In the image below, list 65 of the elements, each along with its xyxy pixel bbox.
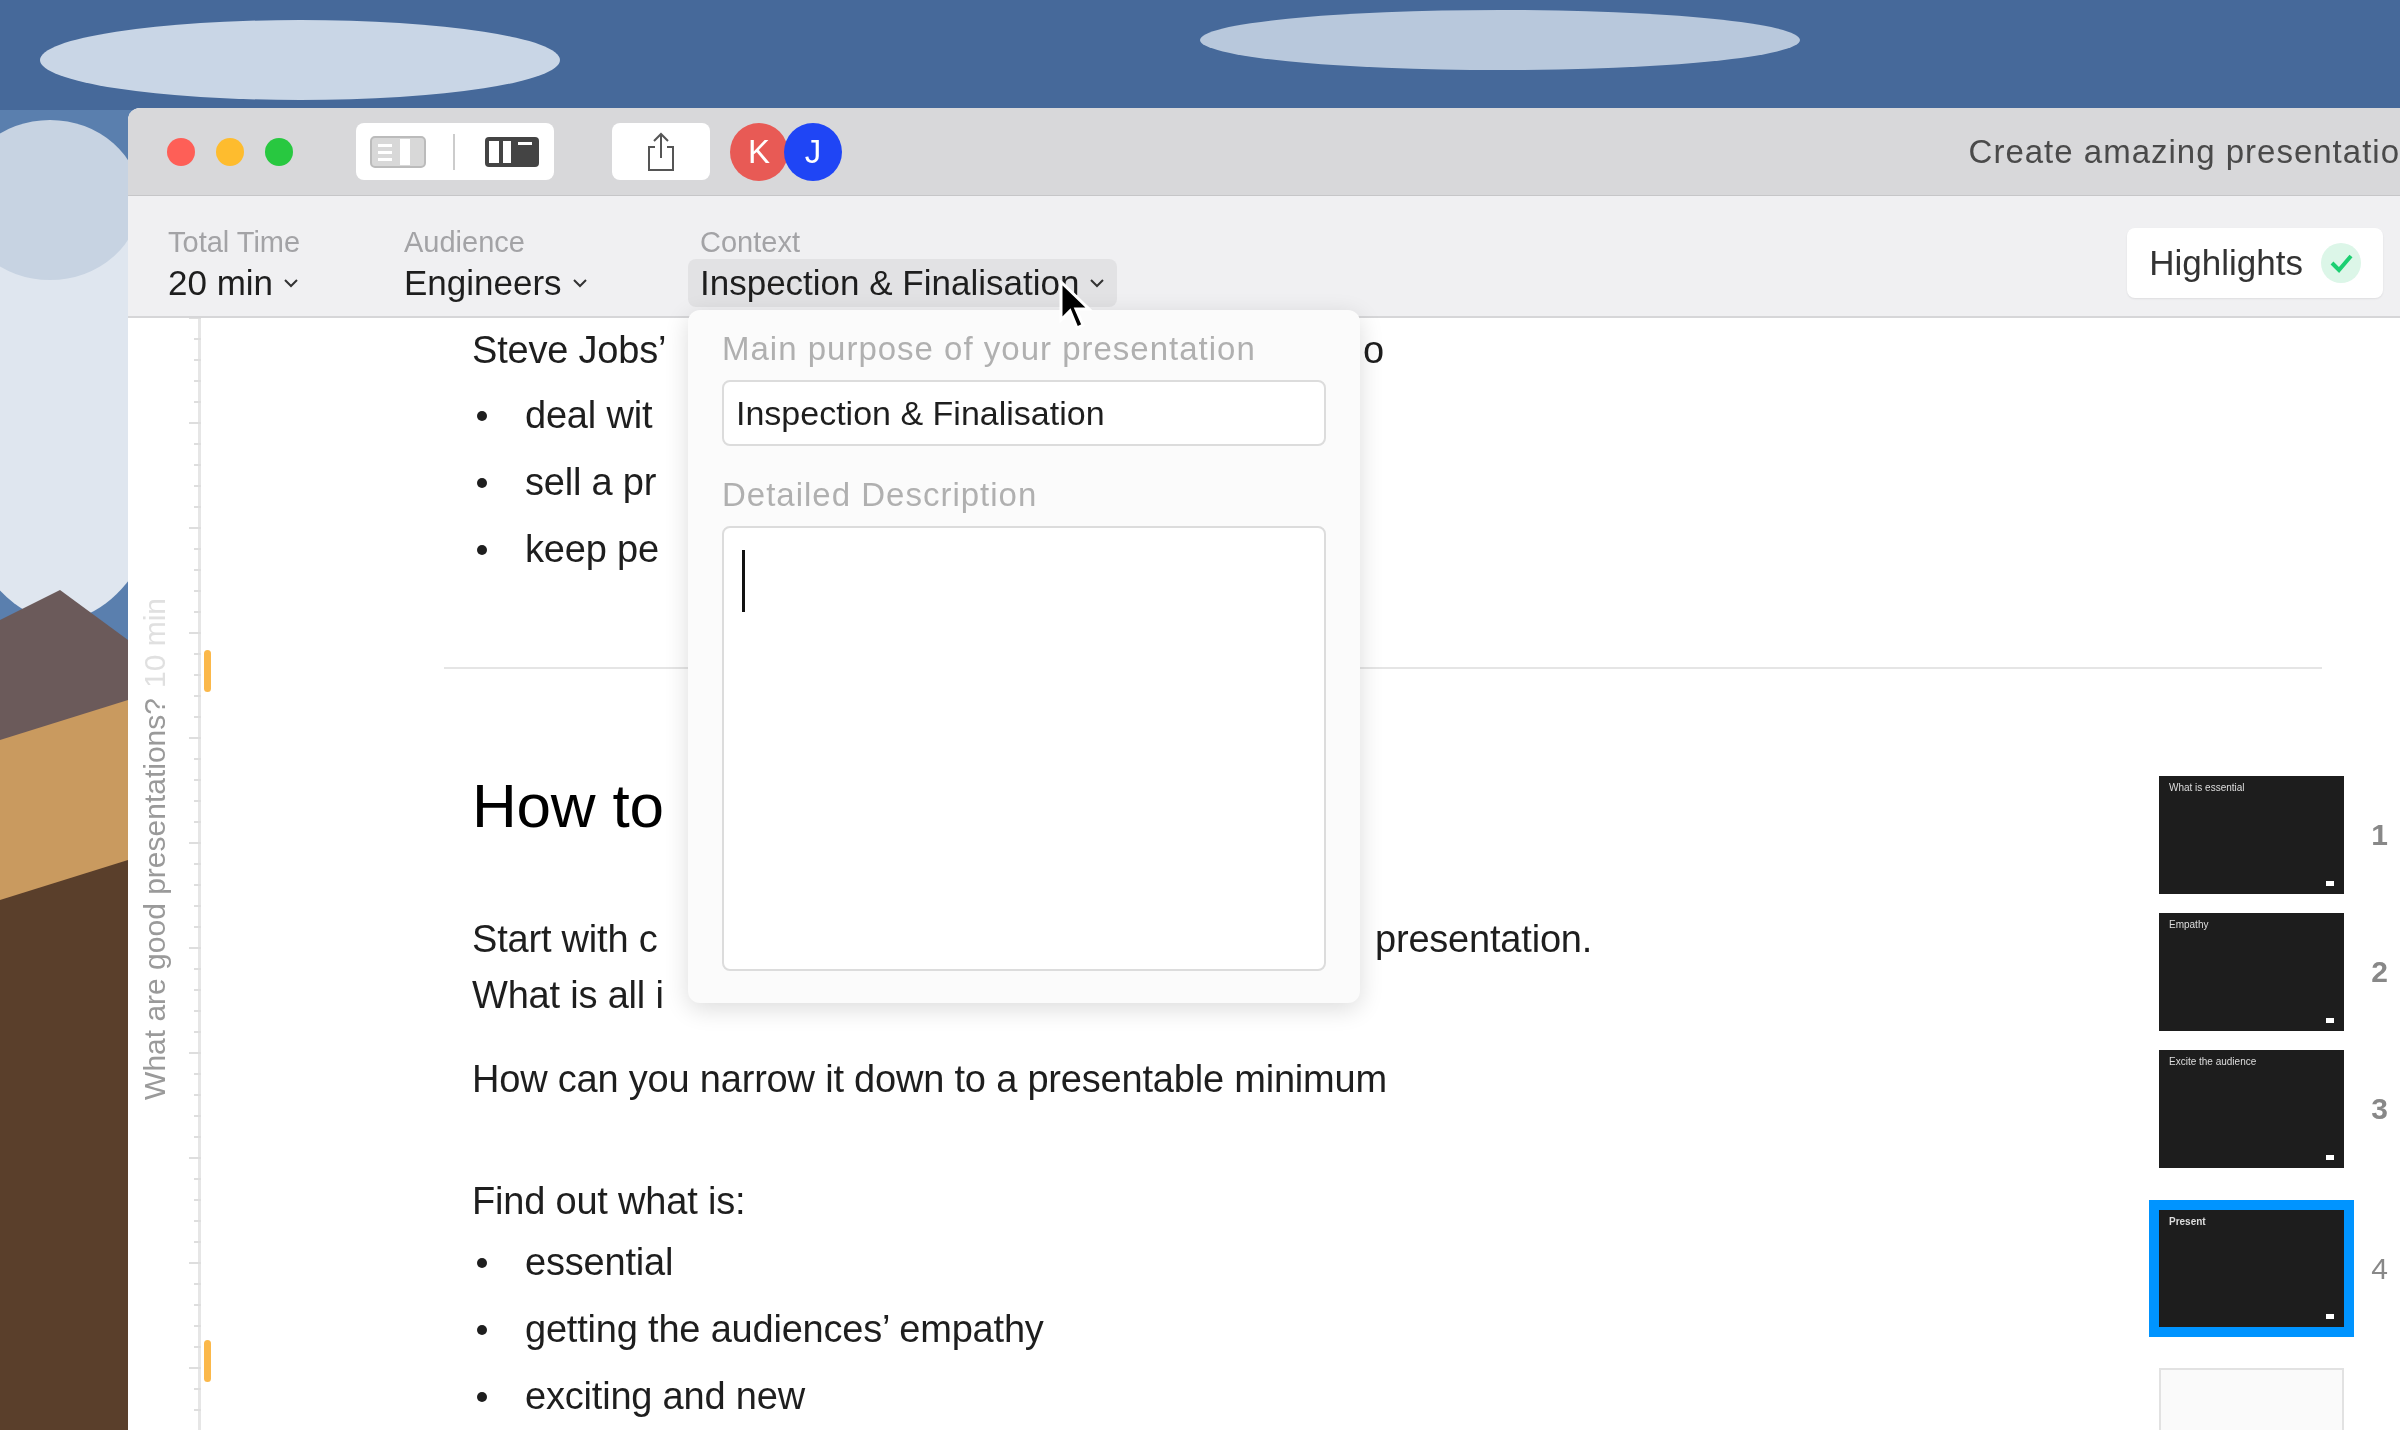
- description-field[interactable]: [722, 526, 1326, 971]
- field-label: Total Time: [168, 226, 302, 260]
- dropdown[interactable]: 20 min: [168, 259, 352, 308]
- bullet-icon: [477, 544, 487, 555]
- time-marker: [204, 650, 211, 692]
- paragraph-text: o: [1363, 328, 1384, 372]
- list-item-text: deal wit: [525, 394, 653, 437]
- field-label: Context: [700, 226, 801, 260]
- slide-number: 2: [2371, 955, 2388, 989]
- slide-number: 1: [2371, 818, 2388, 852]
- slide-number: 3: [2371, 1092, 2388, 1126]
- field-label: Main purpose of your presentation: [722, 330, 1257, 368]
- paragraph-text: presentation.: [1375, 917, 1593, 961]
- bullet-icon: [477, 1324, 487, 1335]
- chevron-down-icon: [571, 278, 588, 289]
- user-avatar[interactable]: J: [784, 122, 842, 181]
- list-item-text: keep pe: [525, 528, 659, 571]
- slide-icon: [2326, 1155, 2334, 1160]
- divider: [453, 133, 457, 170]
- window-title: Create amazing presentatio: [1968, 132, 2400, 171]
- slide-icon: [2326, 1018, 2334, 1023]
- minimize-button[interactable]: [216, 137, 244, 166]
- paragraph-text: How can you narrow it down to a presentable minimum: [472, 1057, 1387, 1101]
- bullet-icon: [477, 477, 487, 488]
- dropdown[interactable]: Engineers: [404, 259, 648, 308]
- zoom-button[interactable]: [265, 137, 293, 166]
- list-item-text: getting the audiences’ empathy: [525, 1308, 1044, 1351]
- slide-number: 4: [2371, 1251, 2388, 1286]
- bullet-icon: [477, 1257, 487, 1268]
- paragraph-text: Start with c: [472, 917, 658, 961]
- chevron-down-icon: [1089, 278, 1106, 289]
- slide-thumbnail[interactable]: Excite the audience: [2159, 1050, 2344, 1168]
- sidebar-layout-icon: [369, 135, 426, 168]
- paragraph-text: Steve Jobs’: [472, 328, 667, 372]
- slide-thumbnail[interactable]: Present: [2149, 1200, 2354, 1337]
- section-heading: How to: [472, 769, 664, 841]
- purpose-field[interactable]: Inspection & Finalisation: [722, 380, 1326, 446]
- share-icon: [646, 131, 676, 172]
- slide-icon: [2326, 881, 2334, 886]
- text-caret: [742, 550, 745, 612]
- slide-title: Excite the audience: [2169, 1056, 2257, 1067]
- list-item-text: essential: [525, 1241, 674, 1284]
- slide-title: Empathy: [2169, 919, 2209, 930]
- bullet-icon: [477, 410, 487, 421]
- dropdown[interactable]: Inspection & Finalisation: [688, 259, 1118, 308]
- chevron-down-icon: [283, 278, 300, 289]
- list-item-text: sell a pr: [525, 461, 657, 504]
- slide-icon: [2326, 1314, 2334, 1319]
- slide-thumbnail[interactable]: Empathy: [2159, 913, 2344, 1031]
- panel-layout-icon: [484, 135, 541, 168]
- field-label: Audience: [404, 226, 526, 260]
- slide-title: What is essential: [2169, 782, 2245, 793]
- view-toggle[interactable]: [356, 123, 554, 181]
- share-button[interactable]: [612, 123, 710, 181]
- close-button[interactable]: [167, 137, 195, 166]
- paragraph-text: What is all i: [472, 973, 664, 1017]
- section-title: What are good presentations?: [138, 698, 172, 1100]
- paragraph-text: Find out what is:: [472, 1179, 746, 1223]
- field-label: Detailed Description: [722, 476, 1039, 514]
- slide-thumbnail[interactable]: What is essential: [2159, 776, 2344, 894]
- highlights-button[interactable]: Highlights: [2127, 228, 2383, 299]
- time-marker: [204, 1340, 211, 1382]
- slide-title: Present: [2169, 1216, 2206, 1227]
- bullet-icon: [477, 1391, 487, 1402]
- list-item-text: exciting and new: [525, 1375, 805, 1418]
